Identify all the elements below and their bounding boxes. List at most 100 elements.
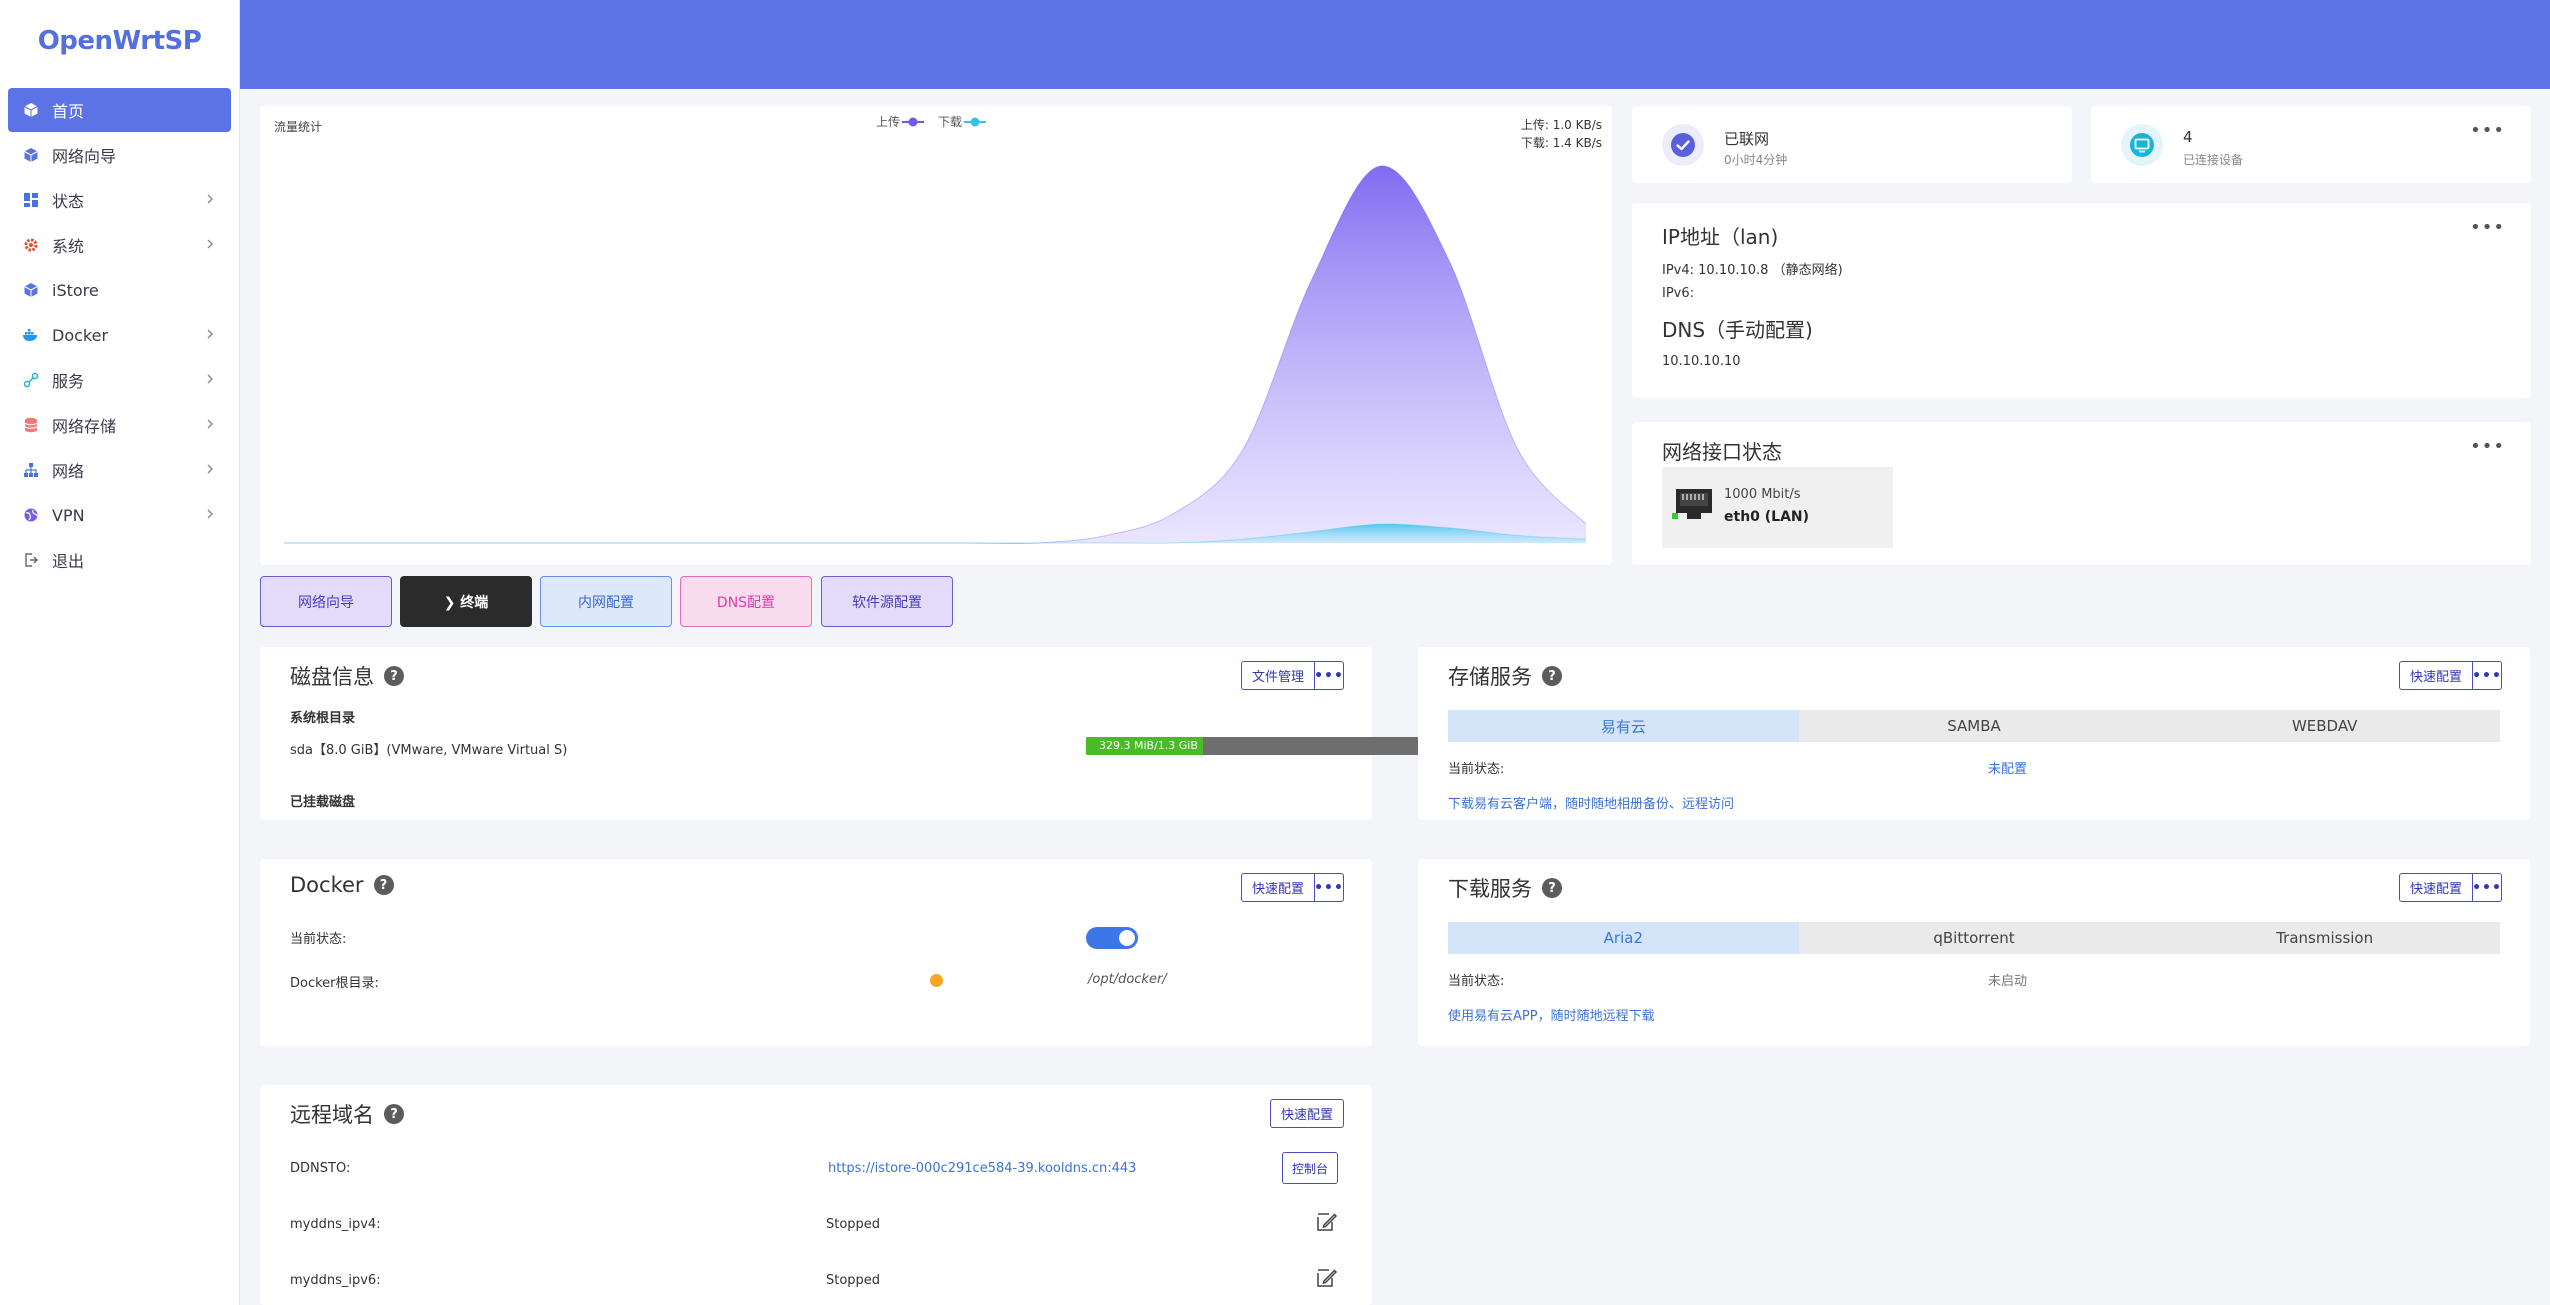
console-button[interactable]: 控制台 xyxy=(1282,1152,1339,1184)
globe-icon xyxy=(22,506,40,524)
quick-button-4[interactable]: 软件源配置 xyxy=(821,576,953,627)
ddnsto-url-link[interactable]: https://istore-000c291ce584-39.kooldns.c… xyxy=(828,1161,1136,1176)
tab-transmission[interactable]: Transmission xyxy=(2149,922,2500,954)
storage-actions: 快速配置 ••• xyxy=(2398,661,2502,690)
download-status-label: 当前状态: xyxy=(1448,974,1505,989)
help-icon[interactable]: ? xyxy=(1542,878,1562,898)
download-series-area xyxy=(284,524,1586,544)
help-icon[interactable]: ? xyxy=(384,666,404,686)
chevron-right-icon xyxy=(207,329,213,339)
file-manager-button[interactable]: 文件管理 xyxy=(1240,661,1315,690)
storage-status-value[interactable]: 未配置 xyxy=(1988,758,2027,777)
chevron-right-icon xyxy=(207,374,213,384)
sidebar-nav: 首页 网络向导状态系统 iStore Docker 服务网络存储网络 VPN 退出 xyxy=(0,82,239,589)
remote-title: 远程域名 ? xyxy=(290,1099,404,1129)
disk-usage-text: 329.3 MiB/1.3 GiB xyxy=(1099,739,1198,752)
docker-quick-config-button[interactable]: 快速配置 xyxy=(1240,873,1315,902)
quick-button-2[interactable]: 内网配置 xyxy=(540,576,672,627)
disk-title: 磁盘信息 ? xyxy=(290,661,404,691)
download-app-link[interactable]: 使用易有云APP，随时随地远程下载 xyxy=(1448,1005,1655,1024)
sidebar-item-4[interactable]: iStore xyxy=(8,268,231,312)
docker-more-button[interactable]: ••• xyxy=(1314,873,1344,902)
sidebar-item-label: 状态 xyxy=(52,192,85,211)
devices-more-icon[interactable]: ••• xyxy=(2470,120,2505,141)
sidebar-item-label: 系统 xyxy=(52,237,85,256)
remote-actions: 快速配置 xyxy=(1269,1099,1344,1128)
docker-title: Docker ? xyxy=(290,873,394,897)
download-tabs: Aria2 qBittorrent Transmission xyxy=(1448,922,2500,954)
cube-icon xyxy=(22,146,40,164)
device-count: 4 xyxy=(2183,128,2193,146)
edit-icon[interactable] xyxy=(1314,1266,1338,1290)
legend-download-label: 下载 xyxy=(938,115,963,129)
sidebar-item-5[interactable]: Docker xyxy=(8,313,231,357)
sidebar-item-label: 网络存储 xyxy=(52,417,117,436)
legend-upload-label: 上传 xyxy=(876,115,901,129)
dashboard-icon xyxy=(22,191,40,209)
services-icon xyxy=(22,371,40,389)
tab-samba[interactable]: SAMBA xyxy=(1799,710,2150,742)
storage-download-link[interactable]: 下载易有云客户端，随时随地相册备份、远程访问 xyxy=(1448,793,1734,812)
storage-title: 存储服务 ? xyxy=(1448,661,1562,691)
disk-more-button[interactable]: ••• xyxy=(1314,661,1344,690)
download-quick-config-button[interactable]: 快速配置 xyxy=(2398,873,2473,902)
tab-webdav[interactable]: WEBDAV xyxy=(2149,710,2500,742)
disk-actions: 文件管理 ••• xyxy=(1240,661,1344,690)
download-title-text: 下载服务 xyxy=(1448,877,1532,901)
storage-more-button[interactable]: ••• xyxy=(2472,661,2502,690)
sidebar-item-label: iStore xyxy=(52,280,99,300)
download-service-panel: 下载服务 ? 快速配置 ••• Aria2 qBittorrent Transm… xyxy=(1418,859,2530,1046)
help-icon[interactable]: ? xyxy=(1542,666,1562,686)
download-rate: 下载: 1.4 KB/s xyxy=(1520,136,1602,150)
chevron-right-icon xyxy=(207,464,213,474)
sidebar-item-3[interactable]: 系统 xyxy=(8,223,231,267)
sidebar-item-1[interactable]: 网络向导 xyxy=(8,133,231,177)
sidebar-item-10[interactable]: 退出 xyxy=(8,538,231,582)
storage-quick-config-button[interactable]: 快速配置 xyxy=(2398,661,2473,690)
docker-toggle[interactable] xyxy=(1086,927,1138,949)
quick-button-3[interactable]: DNS配置 xyxy=(680,576,812,627)
download-title: 下载服务 ? xyxy=(1448,873,1562,903)
download-actions: 快速配置 ••• xyxy=(2398,873,2502,902)
chart-legend: 上传 下载 xyxy=(876,113,1000,130)
sidebar-item-0[interactable]: 首页 xyxy=(8,88,231,132)
iface-more-icon[interactable]: ••• xyxy=(2470,436,2505,457)
help-icon[interactable]: ? xyxy=(373,875,394,895)
monitor-icon xyxy=(2121,124,2163,166)
top-header-bar xyxy=(240,0,2550,89)
logout-icon xyxy=(22,551,40,569)
sidebar-item-9[interactable]: VPN xyxy=(8,493,231,537)
ip-more-icon[interactable]: ••• xyxy=(2470,217,2505,238)
brand-logo[interactable]: OpenWrtSP xyxy=(0,0,239,82)
tab-qbittorrent[interactable]: qBittorrent xyxy=(1799,922,2150,954)
docker-root-value: /opt/docker/ xyxy=(1088,972,1167,987)
sidebar: OpenWrtSP 首页 网络向导状态系统 iStore Docker 服务网络存储网络… xyxy=(0,0,240,1305)
legend-upload-marker-icon xyxy=(902,117,925,126)
help-icon[interactable]: ? xyxy=(384,1104,404,1124)
mounted-disks-label: 已挂载磁盘 xyxy=(290,795,356,810)
sidebar-item-2[interactable]: 状态 xyxy=(8,178,231,222)
tab-aria2[interactable]: Aria2 xyxy=(1448,922,1799,954)
legend-upload[interactable]: 上传 xyxy=(876,113,926,130)
iface-item[interactable]: 1000 Mbit/s eth0 (LAN) xyxy=(1662,467,1893,548)
quick-button-0[interactable]: 网络向导 xyxy=(260,576,392,627)
download-more-button[interactable]: ••• xyxy=(2472,873,2502,902)
traffic-chart-card: 流量统计 上传 下载 上传: 1.0 KB/s 下载: 1.4 KB/s xyxy=(260,106,1612,565)
legend-download[interactable]: 下载 xyxy=(938,113,988,130)
sidebar-item-label: Docker xyxy=(52,325,109,345)
tab-yiyouyun[interactable]: 易有云 xyxy=(1448,710,1799,742)
sidebar-item-6[interactable]: 服务 xyxy=(8,358,231,402)
disk-info-panel: 磁盘信息 ? 文件管理 ••• 系统根目录 sda【8.0 GiB】(VMwar… xyxy=(260,647,1604,820)
myddns-ipv6-status: Stopped xyxy=(826,1273,881,1288)
sidebar-item-7[interactable]: 网络存储 xyxy=(8,403,231,447)
docker-status-label: 当前状态: xyxy=(290,932,347,947)
storage-icon xyxy=(22,416,40,434)
dns-value: 10.10.10.10 xyxy=(1662,354,1741,369)
remote-quick-config-button[interactable]: 快速配置 xyxy=(1269,1099,1344,1128)
iface-speed: 1000 Mbit/s xyxy=(1724,487,1801,502)
chevron-right-icon xyxy=(207,509,213,519)
quick-button-1[interactable]: ❯ 终端 xyxy=(400,576,532,627)
sidebar-item-8[interactable]: 网络 xyxy=(8,448,231,492)
edit-icon[interactable] xyxy=(1314,1210,1338,1234)
cube-icon xyxy=(22,281,40,299)
